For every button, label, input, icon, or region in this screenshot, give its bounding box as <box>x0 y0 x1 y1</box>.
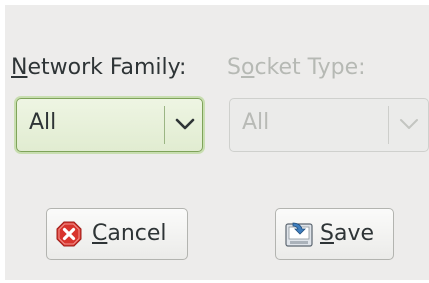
socket-type-label-prefix: S <box>227 55 241 80</box>
dialog-canvas: Network Family: Socket Type: All All Can… <box>0 0 429 283</box>
combo-separator <box>164 106 165 144</box>
chevron-down-icon <box>400 119 418 129</box>
cancel-button[interactable]: Cancel <box>46 208 188 260</box>
network-family-combo[interactable]: All <box>16 98 203 152</box>
socket-type-combo[interactable]: All <box>229 98 429 152</box>
cancel-label-text: ancel <box>107 221 167 246</box>
cancel-icon <box>56 221 82 247</box>
network-family-label-text: etwork Family: <box>27 55 187 80</box>
network-family-mnemonic: N <box>11 55 28 80</box>
save-button[interactable]: Save <box>275 208 394 260</box>
socket-type-value: All <box>242 110 270 135</box>
network-family-label: Network Family: <box>11 54 186 82</box>
socket-type-mnemonic: o <box>240 55 255 80</box>
socket-type-label: Socket Type: <box>227 54 366 82</box>
cancel-label: Cancel <box>92 220 167 248</box>
save-label: Save <box>320 220 374 248</box>
save-label-text: ave <box>333 221 375 246</box>
dialog-panel: Network Family: Socket Type: All All Can… <box>5 5 429 280</box>
socket-type-label-text: cket Type: <box>254 55 366 80</box>
combo-separator <box>388 106 389 144</box>
network-family-value: All <box>29 110 57 135</box>
save-icon <box>285 222 313 247</box>
cancel-mnemonic: C <box>92 221 108 246</box>
chevron-down-icon[interactable] <box>174 113 196 135</box>
save-mnemonic: S <box>320 221 334 246</box>
